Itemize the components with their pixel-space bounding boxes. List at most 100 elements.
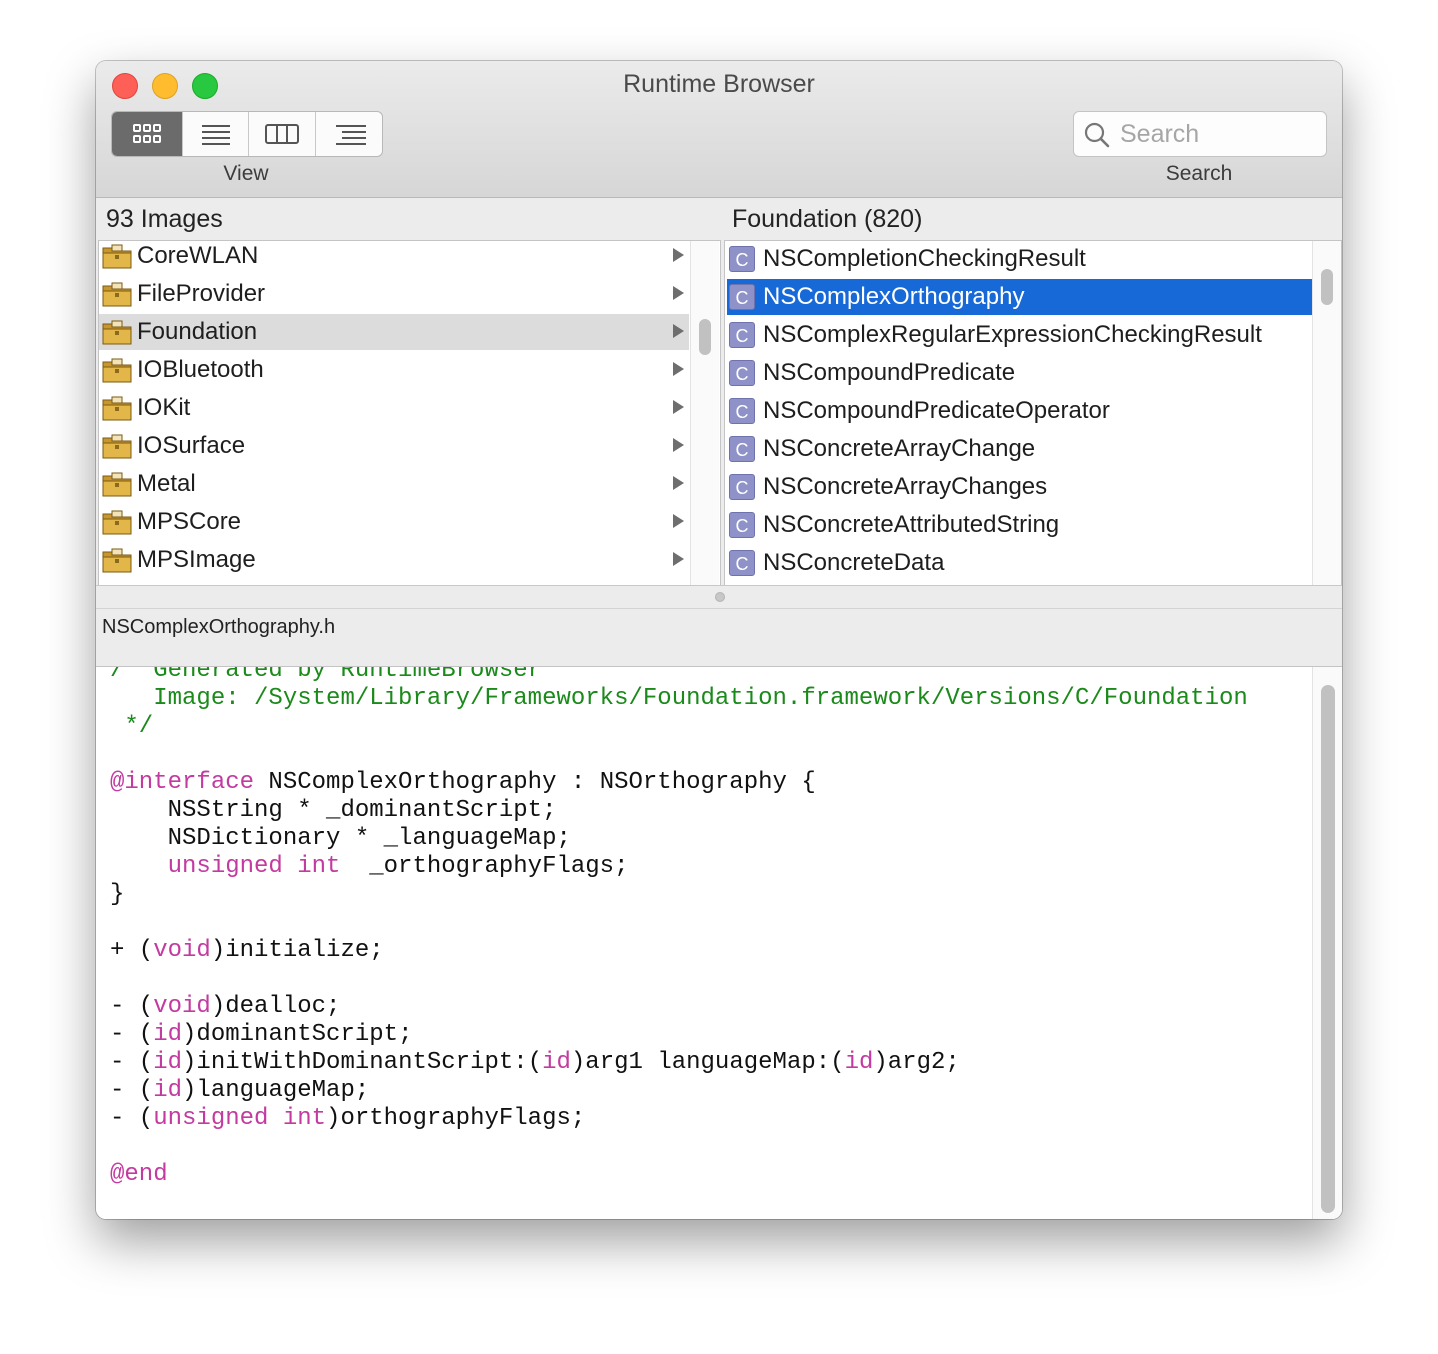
images-list[interactable]: MPSImage MPSCore Metal IOSurface IOKit IOBlue… bbox=[98, 240, 721, 586]
class-list-item-label: NSCompletionCheckingResult bbox=[763, 245, 1086, 272]
image-list-item[interactable]: MPSCore bbox=[99, 504, 689, 540]
split-view-divider[interactable] bbox=[96, 585, 1342, 609]
image-list-item-label: IOSurface bbox=[137, 432, 246, 459]
class-icon: C bbox=[729, 360, 755, 386]
image-list-item[interactable]: CoreWLAN bbox=[99, 241, 689, 274]
search-icon bbox=[1084, 122, 1110, 148]
code-token: NSComplexOrthography : NSOrthography { bbox=[254, 769, 816, 796]
code-token: )orthographyFlags; bbox=[326, 1105, 586, 1132]
code-keyword: id bbox=[153, 1021, 183, 1048]
column-view-button[interactable] bbox=[249, 112, 316, 156]
image-list-item[interactable]: Foundation bbox=[99, 314, 689, 350]
code-token: } bbox=[110, 881, 125, 908]
classes-list-scroll-thumb[interactable] bbox=[1321, 269, 1333, 305]
icon-view-button[interactable] bbox=[112, 112, 183, 156]
search-input[interactable] bbox=[1120, 118, 1316, 150]
code-keyword: void bbox=[153, 937, 211, 964]
outline-view-button[interactable] bbox=[316, 112, 382, 156]
code-keyword: id bbox=[542, 1049, 571, 1076]
class-list-item[interactable]: C NSCompletionCheckingResult bbox=[727, 241, 1313, 277]
list-view-button[interactable] bbox=[183, 112, 249, 156]
code-token: )initWithDominantScript:( bbox=[182, 1049, 543, 1076]
class-icon: C bbox=[729, 284, 755, 310]
view-label: View bbox=[223, 162, 269, 185]
classes-pane-header: Foundation (820) bbox=[732, 205, 923, 233]
class-list-item-label: NSConcreteArrayChange bbox=[763, 435, 1036, 462]
images-list-scrollbar[interactable] bbox=[690, 241, 719, 585]
image-list-item[interactable]: Metal bbox=[99, 466, 689, 502]
class-icon: C bbox=[729, 398, 755, 424]
images-list-scroll-thumb[interactable] bbox=[699, 319, 711, 355]
outline-icon bbox=[335, 125, 366, 145]
code-token: )languageMap; bbox=[182, 1077, 370, 1104]
header-source-text: /* Generated by RuntimeBrowser Image: /S… bbox=[110, 666, 1248, 1189]
disclosure-arrow-icon bbox=[673, 324, 684, 338]
framework-folder-icon bbox=[102, 548, 132, 573]
window-title: Runtime Browser bbox=[623, 70, 815, 98]
image-list-item-label: MPSImage bbox=[137, 546, 256, 573]
code-token: )arg1 languageMap:( bbox=[570, 1049, 845, 1076]
image-list-item[interactable]: MPSImage bbox=[99, 542, 689, 578]
divider-handle[interactable] bbox=[715, 592, 725, 602]
class-list-item-label: NSComplexOrthography bbox=[763, 283, 1025, 310]
class-list-item[interactable]: C NSComplexOrthography bbox=[727, 279, 1313, 315]
images-pane-header: 93 Images bbox=[106, 205, 223, 233]
image-list-item-label: MPSCore bbox=[137, 508, 242, 535]
class-list-item-label: NSConcreteArrayChanges bbox=[763, 473, 1048, 500]
code-token: )arg2; bbox=[873, 1049, 960, 1076]
image-list-item[interactable]: FileProvider bbox=[99, 276, 689, 312]
code-keyword: @end bbox=[110, 1161, 168, 1188]
code-keyword: void bbox=[153, 993, 211, 1020]
class-icon: C bbox=[729, 322, 755, 348]
disclosure-arrow-icon bbox=[673, 438, 684, 452]
code-comment: /* Generated by RuntimeBrowser bbox=[110, 666, 543, 684]
class-list-item[interactable]: C NSConcreteArrayChanges bbox=[727, 469, 1313, 505]
class-list-item[interactable]: C NSConcreteData bbox=[727, 545, 1313, 581]
code-keyword: unsigned int bbox=[153, 1105, 327, 1132]
header-code-view[interactable]: /* Generated by RuntimeBrowser Image: /S… bbox=[96, 666, 1342, 1219]
code-keyword: id bbox=[153, 1077, 183, 1104]
classes-list[interactable]: C NSConcreteData C NSConcreteAttributedStri… bbox=[724, 240, 1342, 586]
code-comment: Image: /System/Library/Frameworks/Founda… bbox=[110, 685, 1248, 712]
code-token: - ( bbox=[110, 1049, 154, 1076]
class-list-item[interactable]: C NSConcreteAttributedString bbox=[727, 507, 1313, 543]
framework-folder-icon bbox=[102, 358, 132, 383]
disclosure-arrow-icon bbox=[673, 248, 684, 262]
class-list-item[interactable]: C NSComplexRegularExpressionCheckingResul… bbox=[727, 317, 1313, 353]
search-field[interactable] bbox=[1073, 111, 1327, 157]
columns-icon bbox=[265, 124, 299, 144]
list-icon bbox=[201, 125, 230, 145]
image-list-item[interactable]: IOSurface bbox=[99, 428, 689, 464]
class-list-item[interactable]: C NSCompoundPredicateOperator bbox=[727, 393, 1313, 429]
code-comment: */ bbox=[110, 713, 154, 740]
code-scroll-thumb[interactable] bbox=[1321, 685, 1335, 1213]
disclosure-arrow-icon bbox=[673, 286, 684, 300]
view-mode-segmented-control bbox=[111, 111, 383, 157]
code-token: )dealloc; bbox=[210, 993, 341, 1020]
image-list-item-label: Foundation bbox=[137, 318, 258, 345]
runtime-browser-window: Runtime Browser View Search Search 93 Im… bbox=[96, 61, 1342, 1219]
image-list-item-label: IOKit bbox=[137, 394, 191, 421]
code-keyword: unsigned int bbox=[110, 853, 341, 880]
image-list-item[interactable]: IOBluetooth bbox=[99, 352, 689, 388]
code-keyword: @interface bbox=[110, 769, 255, 796]
image-list-item-label: FileProvider bbox=[137, 280, 266, 307]
code-token: NSString * _dominantScript; bbox=[110, 797, 557, 824]
code-keyword: id bbox=[844, 1049, 874, 1076]
search-label: Search bbox=[1165, 162, 1233, 185]
code-scrollbar[interactable] bbox=[1312, 667, 1342, 1219]
class-list-item-label: NSCompoundPredicateOperator bbox=[763, 397, 1110, 424]
framework-folder-icon bbox=[102, 510, 132, 535]
class-icon: C bbox=[729, 436, 755, 462]
code-token: - ( bbox=[110, 993, 154, 1020]
framework-folder-icon bbox=[102, 320, 132, 345]
classes-list-scrollbar[interactable] bbox=[1312, 241, 1341, 585]
class-icon: C bbox=[729, 512, 755, 538]
disclosure-arrow-icon bbox=[673, 552, 684, 566]
class-list-item[interactable]: C NSConcreteArrayChange bbox=[727, 431, 1313, 467]
image-list-item[interactable]: IOKit bbox=[99, 390, 689, 426]
disclosure-arrow-icon bbox=[673, 362, 684, 376]
class-list-item[interactable]: C NSCompoundPredicate bbox=[727, 355, 1313, 391]
class-list-item-label: NSCompoundPredicate bbox=[763, 359, 1016, 386]
code-token: NSDictionary * _languageMap; bbox=[110, 825, 571, 852]
